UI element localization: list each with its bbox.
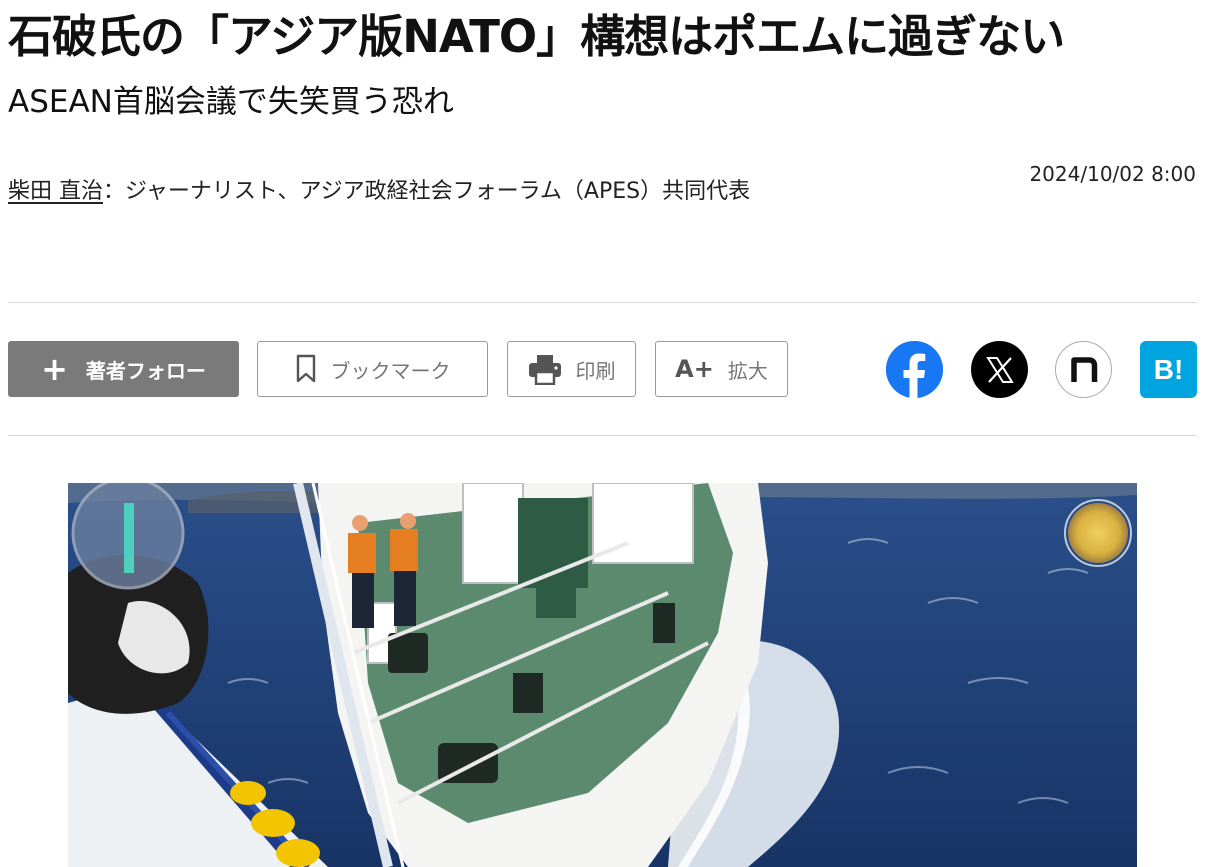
follow-author-label: 著者フォロー: [85, 358, 206, 383]
byline: 柴田 直治：ジャーナリスト、アジア政経社会フォーラム（APES）共同代表: [8, 168, 918, 216]
divider-top: [8, 302, 1197, 303]
author-role: ：ジャーナリスト、アジア政経社会フォーラム（APES）共同代表: [103, 179, 751, 204]
article-headline: 石破氏の「アジア版NATO」構想はポエムに過ぎない: [8, 10, 1065, 63]
author-link[interactable]: 柴田 直治: [8, 179, 103, 204]
hatena-bookmark-icon: B!: [1153, 353, 1184, 385]
x-icon: [985, 356, 1014, 383]
ship-collision-photo: [68, 483, 1137, 867]
zoom-label: 拡大: [727, 358, 768, 383]
zoom-button[interactable]: A+ 拡大: [655, 341, 788, 397]
divider-bottom: [8, 435, 1197, 436]
article-page: 石破氏の「アジア版NATO」構想はポエムに過ぎない ASEAN首脳会議で失笑買う…: [0, 0, 1218, 867]
x-share-button[interactable]: [971, 341, 1028, 398]
print-button[interactable]: 印刷: [507, 341, 636, 397]
note-share-button[interactable]: [1055, 341, 1112, 398]
bookmark-label: ブックマーク: [330, 358, 451, 383]
bookmark-button[interactable]: ブックマーク: [257, 341, 488, 397]
print-label: 印刷: [575, 358, 616, 383]
follow-author-button[interactable]: + 著者フォロー: [8, 341, 239, 397]
facebook-share-button[interactable]: [886, 341, 943, 398]
hero-photo: [68, 483, 1137, 867]
plus-icon: +: [41, 350, 68, 388]
zoom-icon: A+: [675, 355, 714, 383]
article-subheadline: ASEAN首脳会議で失笑買う恐れ: [8, 84, 454, 120]
note-icon: [1070, 356, 1097, 382]
facebook-icon: [886, 341, 943, 398]
hatena-bookmark-share-button[interactable]: B!: [1140, 341, 1197, 398]
printer-icon: [528, 353, 562, 385]
bookmark-icon: [295, 354, 317, 384]
publish-date: 2024/10/02 8:00: [1029, 162, 1196, 186]
